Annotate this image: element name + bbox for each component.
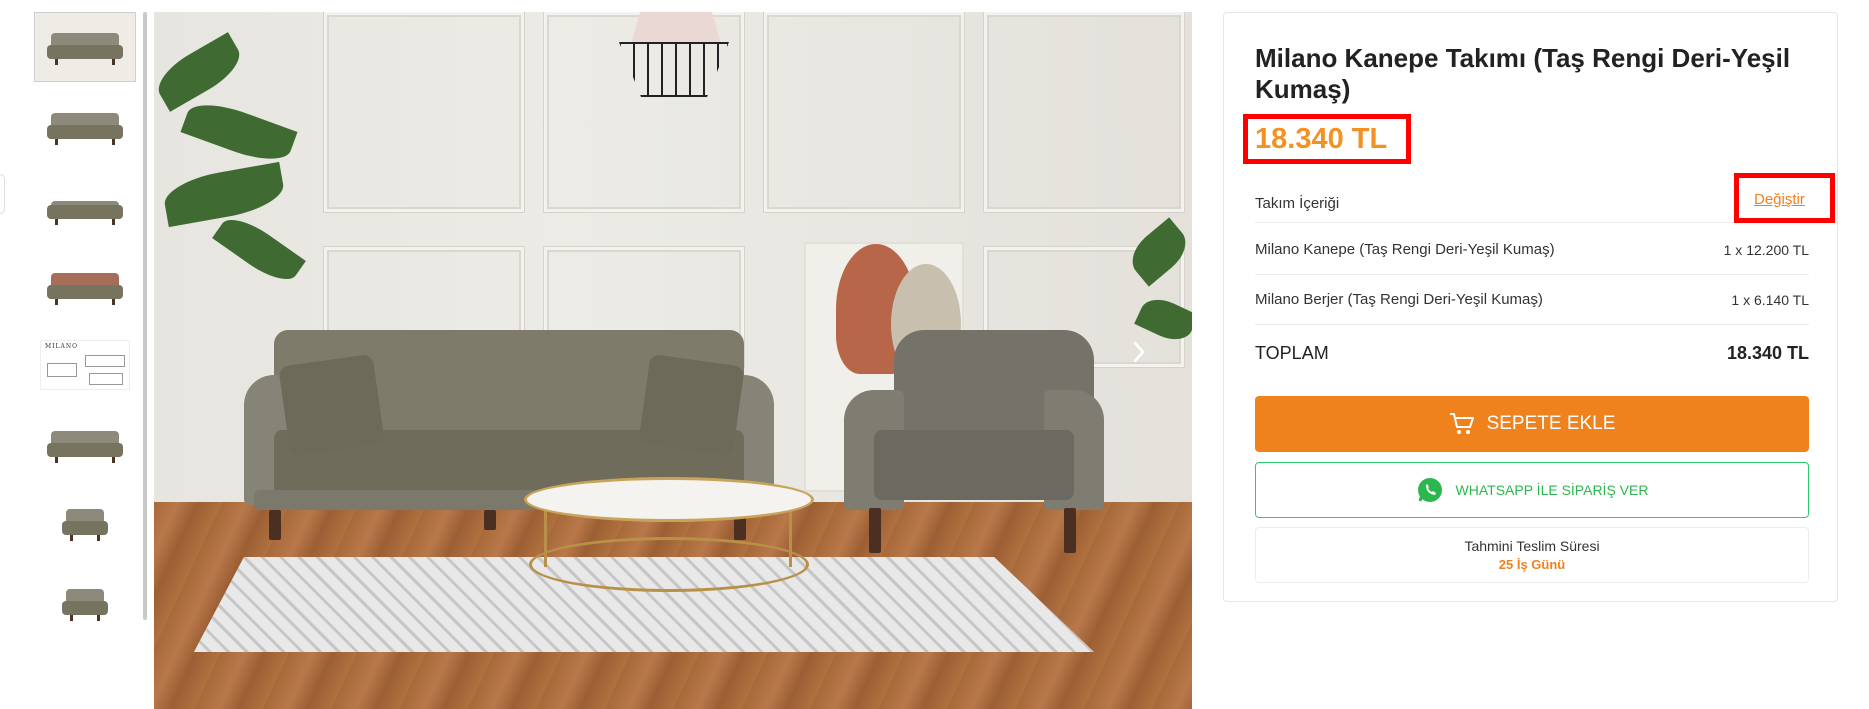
whatsapp-icon: [1416, 476, 1444, 504]
chevron-right-icon: [1133, 341, 1145, 363]
product-price: 18.340 TL: [1255, 123, 1388, 155]
thumbnail-list: MILANO: [34, 12, 138, 709]
thumbnail-1[interactable]: [34, 12, 136, 82]
delivery-value: 25 İş Günü: [1498, 557, 1566, 572]
total-amount: 18.340 TL: [1726, 343, 1809, 363]
armchair: [834, 330, 1114, 560]
delivery-info: Tahmini Teslim Süresi 25 İş Günü: [1255, 527, 1809, 583]
set-item-name: Milano Kanepe (Taş Rengi Deri-Yeşil Kuma…: [1255, 241, 1555, 258]
total-label: TOPLAM: [1255, 343, 1329, 363]
delivery-label: Tahmini Teslim Süresi: [1464, 538, 1600, 554]
thumbnail-7[interactable]: [34, 488, 136, 558]
pendant-lamp: [619, 12, 729, 102]
set-contents-header: Takım İçeriği: [1255, 185, 1809, 223]
product-title: Milano Kanepe Takımı (Taş Rengi Deri-Yeş…: [1255, 43, 1791, 104]
whatsapp-order-button[interactable]: WHATSAPP İLE SİPARİŞ VER: [1255, 462, 1809, 518]
thumbnail-8[interactable]: [34, 568, 136, 638]
add-to-cart-label: SEPETE EKLE: [1486, 413, 1616, 434]
thumbnail-4[interactable]: [34, 252, 136, 322]
thumbnail-image: [60, 503, 110, 543]
thumbnail-2[interactable]: [34, 92, 136, 162]
thumbnail-5[interactable]: MILANO: [34, 330, 136, 400]
thumbnail-image: [45, 425, 125, 465]
add-to-cart-button[interactable]: SEPETE EKLE: [1255, 396, 1809, 452]
set-item-qty: 1 x 12.200 TL: [1723, 241, 1809, 258]
dimension-sketch-image: MILANO: [40, 340, 130, 390]
total-row: TOPLAM 18.340 TL: [1255, 343, 1809, 364]
product-info-card: Milano Kanepe Takımı (Taş Rengi Deri-Yeş…: [1223, 12, 1838, 602]
thumbnail-image: [45, 187, 125, 227]
set-item-qty: 1 x 6.140 TL: [1731, 291, 1809, 308]
thumbnail-image: [45, 267, 125, 307]
set-contents-label: Takım İçeriği: [1255, 195, 1340, 212]
thumbnail-6[interactable]: [34, 410, 136, 480]
sketch-logo-text: MILANO: [45, 343, 78, 350]
thumbnail-image: [45, 107, 125, 147]
whatsapp-order-label: WHATSAPP İLE SİPARİŞ VER: [1455, 482, 1649, 498]
thumbnail-scrollbar[interactable]: [143, 12, 147, 620]
set-item-name: Milano Berjer (Taş Rengi Deri-Yeşil Kuma…: [1255, 291, 1543, 308]
left-edge-tab: [0, 174, 5, 214]
thumbnail-image: [45, 27, 125, 67]
main-product-image: [154, 12, 1192, 709]
thumbnail-image: [60, 583, 110, 623]
coffee-table: [524, 477, 814, 607]
change-link[interactable]: Değiştir: [1754, 191, 1805, 208]
set-item-row: Milano Kanepe (Taş Rengi Deri-Yeşil Kuma…: [1255, 225, 1809, 275]
set-item-row: Milano Berjer (Taş Rengi Deri-Yeşil Kuma…: [1255, 275, 1809, 325]
thumbnail-3[interactable]: [34, 172, 136, 242]
next-image-button[interactable]: [1124, 332, 1154, 372]
cart-icon: [1449, 412, 1475, 436]
